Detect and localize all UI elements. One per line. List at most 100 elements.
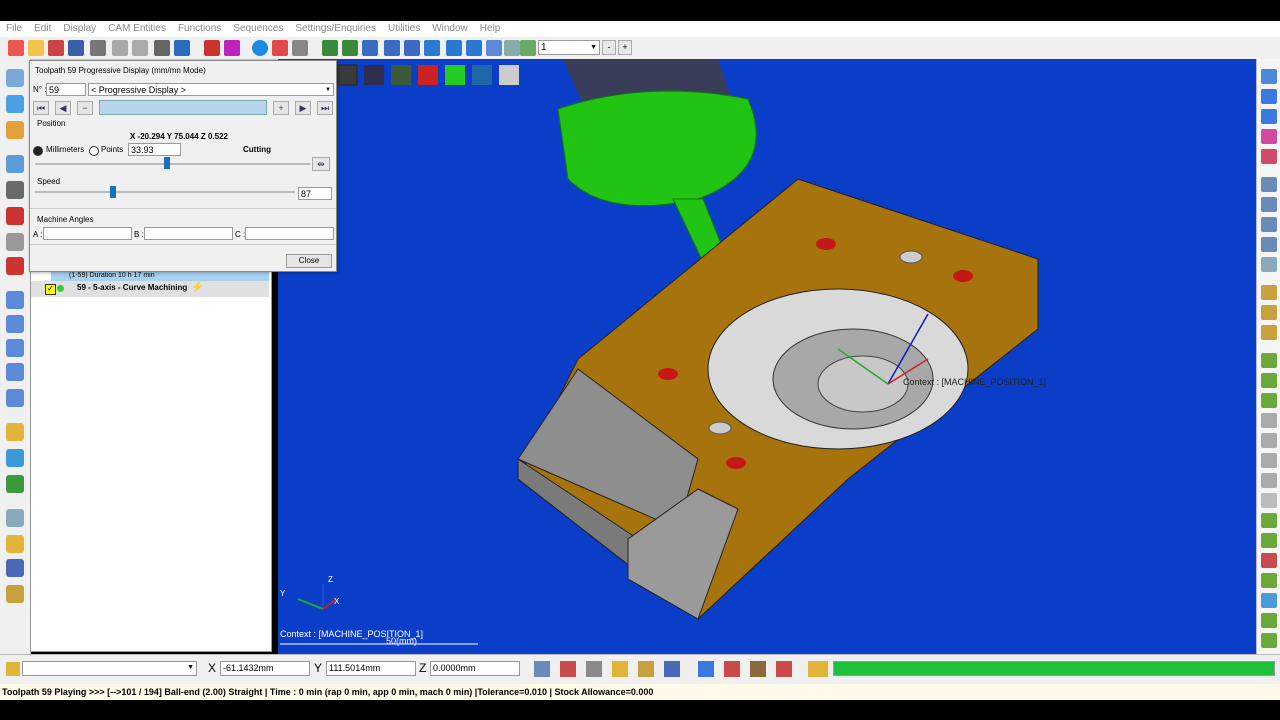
plus-button[interactable]: + <box>273 101 289 115</box>
filter-icon[interactable] <box>504 40 520 56</box>
view-blue-icon[interactable] <box>472 65 492 85</box>
n-input[interactable]: 59 <box>46 83 86 96</box>
line-icon[interactable] <box>586 661 602 677</box>
run-icon[interactable] <box>808 661 828 677</box>
print-icon[interactable] <box>90 40 106 56</box>
shaded-icon[interactable] <box>272 40 288 56</box>
report-icon[interactable] <box>724 661 740 677</box>
position-input[interactable]: 33.93 <box>128 143 181 156</box>
tree-item-59[interactable]: ✓ 59 - 5-axis - Curve Machining ⚡ <box>31 281 269 297</box>
millimeters-radio[interactable] <box>33 146 43 156</box>
layer-icon[interactable] <box>520 40 536 56</box>
book-icon[interactable] <box>6 559 24 577</box>
toolpath5-icon[interactable] <box>1261 373 1277 388</box>
first-button[interactable]: ⏮ <box>33 101 49 115</box>
view-top-icon[interactable] <box>1261 109 1277 124</box>
pencil-icon[interactable] <box>6 423 24 441</box>
h-icon[interactable] <box>6 315 24 333</box>
toolpath15-icon[interactable] <box>1261 573 1277 588</box>
speed-input[interactable]: 87 <box>298 187 332 200</box>
menu-display[interactable]: Display <box>57 21 102 37</box>
save-icon[interactable] <box>68 40 84 56</box>
view-zoom-icon[interactable] <box>499 65 519 85</box>
select-icon[interactable] <box>486 40 502 56</box>
sim-icon[interactable] <box>6 509 24 527</box>
menu-window[interactable]: Window <box>426 21 474 37</box>
x-coordinate[interactable]: -61.1432mm <box>220 661 310 676</box>
pin-icon[interactable] <box>6 662 20 676</box>
toolpath4-icon[interactable] <box>1261 353 1277 368</box>
speed-slider-thumb[interactable] <box>110 186 116 198</box>
menu-functions[interactable]: Functions <box>172 21 227 37</box>
check-icon[interactable] <box>6 475 24 493</box>
measure-icon[interactable] <box>6 449 24 467</box>
shape-icon[interactable] <box>1261 177 1277 192</box>
panel-icon[interactable] <box>174 40 190 56</box>
view-back-icon[interactable] <box>1261 149 1277 164</box>
toolpath11-icon[interactable] <box>1261 493 1277 508</box>
post-icon[interactable] <box>6 535 24 553</box>
machine-icon[interactable] <box>6 69 24 87</box>
shape4-icon[interactable] <box>1261 237 1277 252</box>
tree-item-checkbox[interactable]: ✓ <box>45 284 56 295</box>
toolpath14-icon[interactable] <box>1261 553 1277 568</box>
surface-icon[interactable] <box>6 257 24 275</box>
toolpath18-icon[interactable] <box>1261 633 1277 648</box>
view-green-icon[interactable] <box>445 65 465 85</box>
pen-icon[interactable] <box>612 661 628 677</box>
redo-icon[interactable] <box>132 40 148 56</box>
position-slider-track[interactable] <box>35 163 310 165</box>
stock-icon[interactable] <box>6 155 24 173</box>
globe-icon[interactable] <box>252 40 268 56</box>
3d-viewport[interactable]: Context : [MACHINE_POSITION_1] Z Y X Con… <box>278 59 1256 654</box>
axes-icon[interactable] <box>204 40 220 56</box>
shape3-icon[interactable] <box>1261 217 1277 232</box>
shape2-icon[interactable] <box>1261 197 1277 212</box>
menu-help[interactable]: Help <box>474 21 507 37</box>
a-icon[interactable] <box>6 363 24 381</box>
block-icon[interactable] <box>6 233 24 251</box>
play-button[interactable] <box>99 100 267 115</box>
undo-icon[interactable] <box>112 40 128 56</box>
points-radio[interactable] <box>89 146 99 156</box>
layer-select[interactable]: 1 ▼ <box>538 40 600 55</box>
toolpath17-icon[interactable] <box>1261 613 1277 628</box>
speed-slider-track[interactable] <box>35 191 295 193</box>
toolpath9-icon[interactable] <box>1261 453 1277 468</box>
menu-settings[interactable]: Settings/Enquiries <box>289 21 382 37</box>
position-slider-thumb[interactable] <box>164 157 170 169</box>
view-wire-icon[interactable] <box>391 65 411 85</box>
menu-edit[interactable]: Edit <box>28 21 57 37</box>
y-coordinate[interactable]: 111.5014mm <box>326 661 416 676</box>
info-icon[interactable] <box>698 661 714 677</box>
toolpath16-icon[interactable] <box>1261 593 1277 608</box>
menu-sequences[interactable]: Sequences <box>227 21 289 37</box>
toolpath10-icon[interactable] <box>1261 473 1277 488</box>
toolpath13-icon[interactable] <box>1261 533 1277 548</box>
new-icon[interactable] <box>8 40 24 56</box>
toolpath8-icon[interactable] <box>1261 433 1277 448</box>
toolpath12-icon[interactable] <box>1261 513 1277 528</box>
view-side-icon[interactable] <box>1261 129 1277 144</box>
view-box-icon[interactable] <box>364 65 384 85</box>
zoom-box-icon[interactable] <box>384 40 400 56</box>
view-icon[interactable] <box>322 40 338 56</box>
b-input[interactable] <box>144 227 233 240</box>
minus-button[interactable]: − <box>77 101 93 115</box>
view-front-icon[interactable] <box>1261 89 1277 104</box>
tool-icon[interactable] <box>6 95 24 113</box>
expand-button[interactable]: ⇹ <box>312 157 330 171</box>
snap-icon[interactable] <box>560 661 576 677</box>
menu-file[interactable]: File <box>0 21 28 37</box>
toolpath6-icon[interactable] <box>1261 393 1277 408</box>
tool-path3-icon[interactable] <box>1261 325 1277 340</box>
r-icon[interactable] <box>6 339 24 357</box>
table-icon[interactable] <box>776 661 792 677</box>
entity-select[interactable]: ▼ <box>22 661 197 676</box>
toolpath7-icon[interactable] <box>1261 413 1277 428</box>
drill-icon[interactable] <box>6 121 24 139</box>
layer-plus-button[interactable]: + <box>618 40 632 55</box>
shape5-icon[interactable] <box>1261 257 1277 272</box>
view-iso-icon[interactable] <box>1261 69 1277 84</box>
pan-icon[interactable] <box>404 40 420 56</box>
